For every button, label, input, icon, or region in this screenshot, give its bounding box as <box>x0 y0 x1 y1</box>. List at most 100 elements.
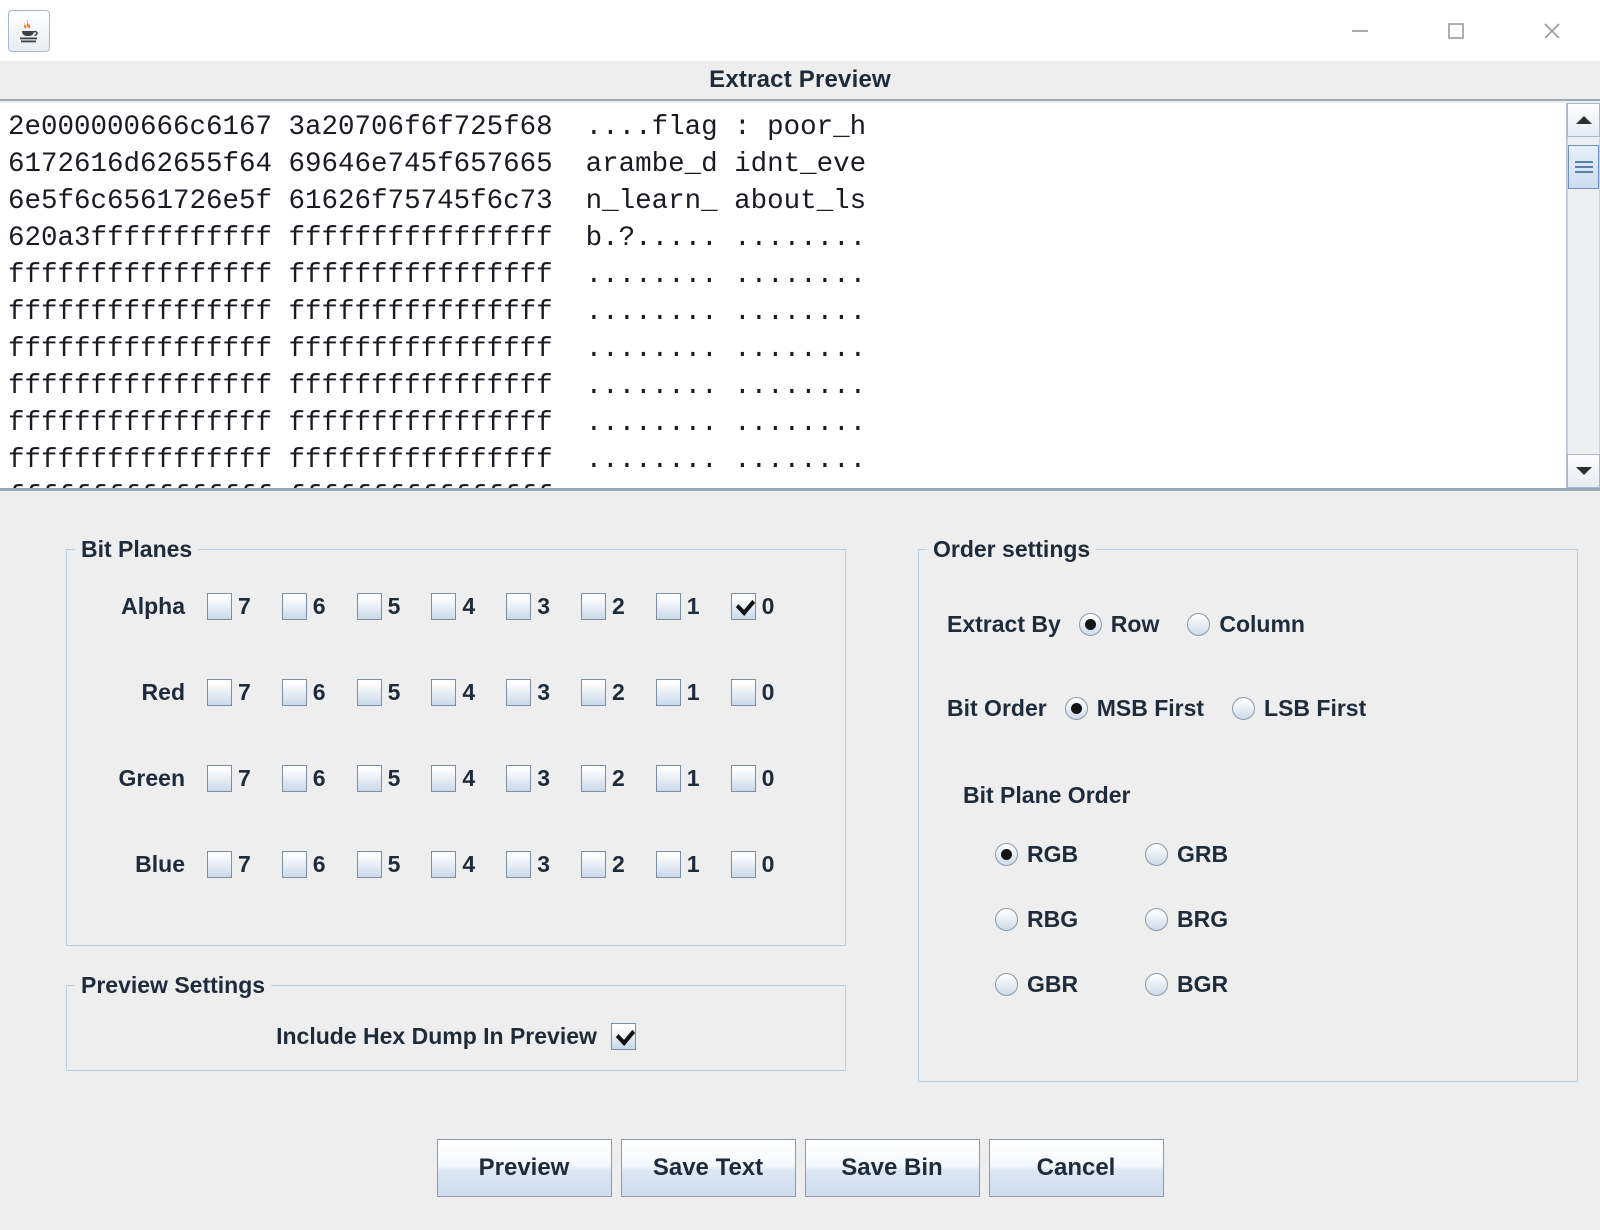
bit-plane-order-option-grb[interactable]: GRB <box>1145 841 1295 868</box>
bit-number-label: 0 <box>761 678 775 705</box>
bit-number-label: 7 <box>238 592 251 619</box>
checkbox-blue-bit-7[interactable] <box>207 850 232 878</box>
bit-plane-order-option-gbr[interactable]: GBR <box>995 971 1145 998</box>
radio-button[interactable] <box>995 973 1018 996</box>
bit-plane-item: 5 <box>356 678 400 706</box>
checkbox-green-bit-1[interactable] <box>655 764 681 792</box>
bit-order-option-lsb-first[interactable]: LSB First <box>1232 695 1366 722</box>
checkbox-green-bit-7[interactable] <box>207 764 232 792</box>
radio-button[interactable] <box>995 908 1018 931</box>
checkbox-blue-bit-0[interactable] <box>730 850 756 878</box>
scrollbar-thumb[interactable] <box>1568 145 1599 189</box>
radio-button[interactable] <box>1145 843 1168 866</box>
scroll-down-icon[interactable] <box>1567 454 1600 488</box>
radio-button[interactable] <box>1064 697 1088 720</box>
save-bin-button[interactable]: Save Bin <box>804 1139 980 1197</box>
bit-plane-channel-label: Alpha <box>121 592 185 619</box>
checkbox-red-bit-6[interactable] <box>281 678 307 706</box>
extract-preview-pane: 2e000000666c6167 3a20706f6f725f68 ....fl… <box>0 103 1600 491</box>
bit-number-label: 5 <box>387 850 401 877</box>
bit-plane-row-green: Green 7 6 5 4 3 2 1 0 <box>67 735 845 821</box>
checkbox-blue-bit-1[interactable] <box>655 850 681 878</box>
radio-button[interactable] <box>1145 908 1168 931</box>
scroll-up-icon[interactable] <box>1567 103 1600 137</box>
checkbox-red-bit-3[interactable] <box>506 678 532 706</box>
minimize-icon[interactable] <box>1312 0 1408 61</box>
dialog-header: Extract Preview <box>0 61 1600 101</box>
bit-number-label: 5 <box>387 592 401 619</box>
checkbox-red-bit-0[interactable] <box>730 678 756 706</box>
checkbox-blue-bit-2[interactable] <box>580 850 606 878</box>
bit-plane-item: 1 <box>655 850 700 878</box>
bit-plane-row-alpha: Alpha 7 6 5 4 3 2 1 0 <box>67 563 845 649</box>
checkbox-green-bit-5[interactable] <box>356 764 382 792</box>
radio-button[interactable] <box>1078 613 1102 636</box>
checkbox-alpha-bit-4[interactable] <box>431 592 457 620</box>
checkbox-alpha-bit-3[interactable] <box>506 592 532 620</box>
checkbox-alpha-bit-2[interactable] <box>580 592 606 620</box>
radio-label: LSB First <box>1264 695 1367 721</box>
hex-dump-textarea[interactable]: 2e000000666c6167 3a20706f6f725f68 ....fl… <box>0 103 1566 488</box>
extract-by-option-column[interactable]: Column <box>1187 611 1305 638</box>
bit-plane-item: 5 <box>356 764 400 792</box>
radio-button[interactable] <box>1145 973 1168 996</box>
bit-number-label: 2 <box>611 592 625 619</box>
bit-planes-panel: Bit Planes Alpha 7 6 5 4 3 2 1 0 Red 7 6 5 4 3 2 1 0 Green… <box>66 536 846 946</box>
bit-plane-item: 7 <box>207 678 251 706</box>
radio-button[interactable] <box>1187 613 1211 636</box>
checkbox-alpha-bit-6[interactable] <box>281 592 307 620</box>
checkbox-red-bit-7[interactable] <box>207 678 232 706</box>
bit-planes-legend: Bit Planes <box>81 536 193 562</box>
checkbox-red-bit-1[interactable] <box>655 678 681 706</box>
preview-settings-legend: Preview Settings <box>81 972 266 998</box>
bit-number-label: 4 <box>462 850 476 877</box>
radio-button[interactable] <box>1232 697 1256 720</box>
order-settings-panel: Order settings Extract By Row Column Bit … <box>918 536 1578 1082</box>
bit-plane-checkbox-group: 7 6 5 4 3 2 1 0 <box>207 850 774 878</box>
bit-plane-order-option-rgb[interactable]: RGB <box>995 841 1145 868</box>
preview-vertical-scrollbar[interactable] <box>1566 103 1600 488</box>
checkbox-green-bit-3[interactable] <box>506 764 532 792</box>
extract-by-option-row[interactable]: Row <box>1078 611 1159 638</box>
bit-plane-item: 4 <box>431 764 475 792</box>
bit-plane-item: 3 <box>506 764 550 792</box>
checkbox-green-bit-6[interactable] <box>281 764 307 792</box>
bit-plane-item: 6 <box>281 592 326 620</box>
checkbox-blue-bit-4[interactable] <box>431 850 457 878</box>
checkbox-alpha-bit-1[interactable] <box>655 592 681 620</box>
bit-order-option-msb-first[interactable]: MSB First <box>1064 695 1204 722</box>
checkbox-alpha-bit-0[interactable] <box>730 592 756 620</box>
checkbox-red-bit-5[interactable] <box>356 678 382 706</box>
checkbox-red-bit-2[interactable] <box>580 678 606 706</box>
include-hex-dump-row: Include Hex Dump In Preview <box>67 999 845 1059</box>
maximize-icon[interactable] <box>1408 0 1504 61</box>
bit-plane-order-option-rbg[interactable]: RBG <box>995 906 1145 933</box>
close-icon[interactable] <box>1504 0 1600 61</box>
checkbox-alpha-bit-5[interactable] <box>356 592 382 620</box>
checkbox-green-bit-0[interactable] <box>730 764 756 792</box>
bit-plane-item: 0 <box>730 850 774 878</box>
bit-plane-order-option-brg[interactable]: BRG <box>1145 906 1295 933</box>
bit-number-label: 7 <box>238 678 251 705</box>
bit-plane-item: 6 <box>281 850 326 878</box>
checkbox-green-bit-2[interactable] <box>580 764 606 792</box>
bit-plane-item: 6 <box>281 764 326 792</box>
bit-plane-item: 0 <box>730 678 775 706</box>
checkbox-alpha-bit-7[interactable] <box>207 592 232 620</box>
radio-label: RBG <box>1027 906 1079 932</box>
bit-plane-channel-label: Red <box>141 678 185 705</box>
radio-button[interactable] <box>995 843 1018 866</box>
bit-plane-item: 1 <box>655 764 700 792</box>
checkbox-green-bit-4[interactable] <box>431 764 457 792</box>
cancel-button[interactable]: Cancel <box>988 1139 1164 1197</box>
save-text-button[interactable]: Save Text <box>620 1139 796 1197</box>
bit-plane-checkbox-group: 7 6 5 4 3 2 1 0 <box>207 678 775 706</box>
scrollbar-track[interactable] <box>1567 137 1600 454</box>
bit-plane-order-option-bgr[interactable]: BGR <box>1145 971 1295 998</box>
checkbox-blue-bit-6[interactable] <box>281 850 307 878</box>
checkbox-blue-bit-5[interactable] <box>356 850 382 878</box>
checkbox-blue-bit-3[interactable] <box>506 850 532 878</box>
checkbox-red-bit-4[interactable] <box>431 678 457 706</box>
preview-button[interactable]: Preview <box>436 1139 612 1197</box>
include-hex-dump-checkbox[interactable] <box>610 1022 636 1050</box>
